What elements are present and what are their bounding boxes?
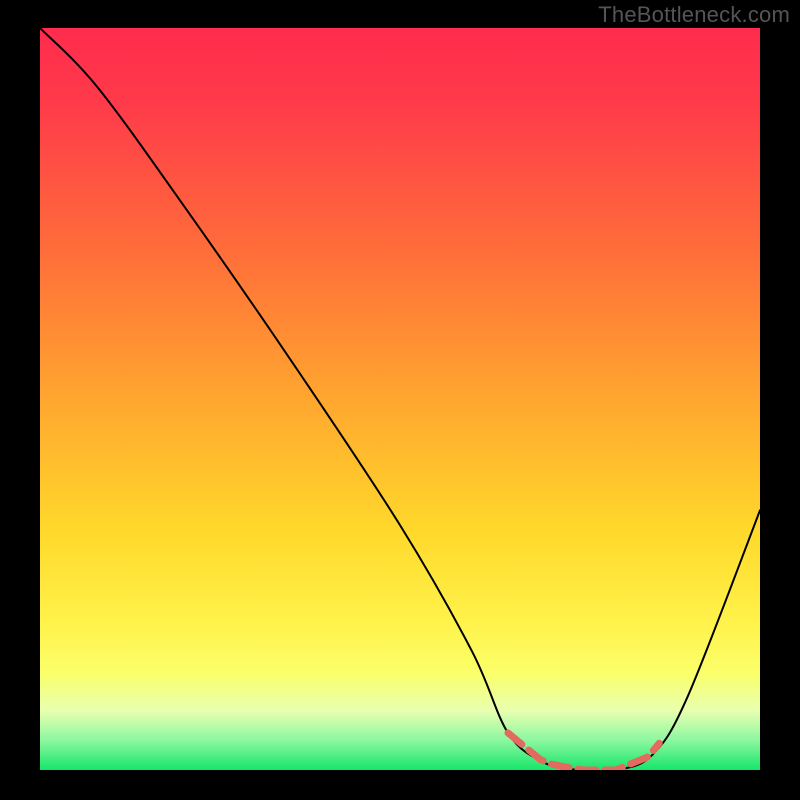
chart-plot xyxy=(40,28,760,770)
bottleneck-curve-line xyxy=(40,28,760,770)
optimal-range-highlight xyxy=(508,733,659,770)
chart-frame xyxy=(40,28,760,770)
watermark-text: TheBottleneck.com xyxy=(598,2,790,28)
